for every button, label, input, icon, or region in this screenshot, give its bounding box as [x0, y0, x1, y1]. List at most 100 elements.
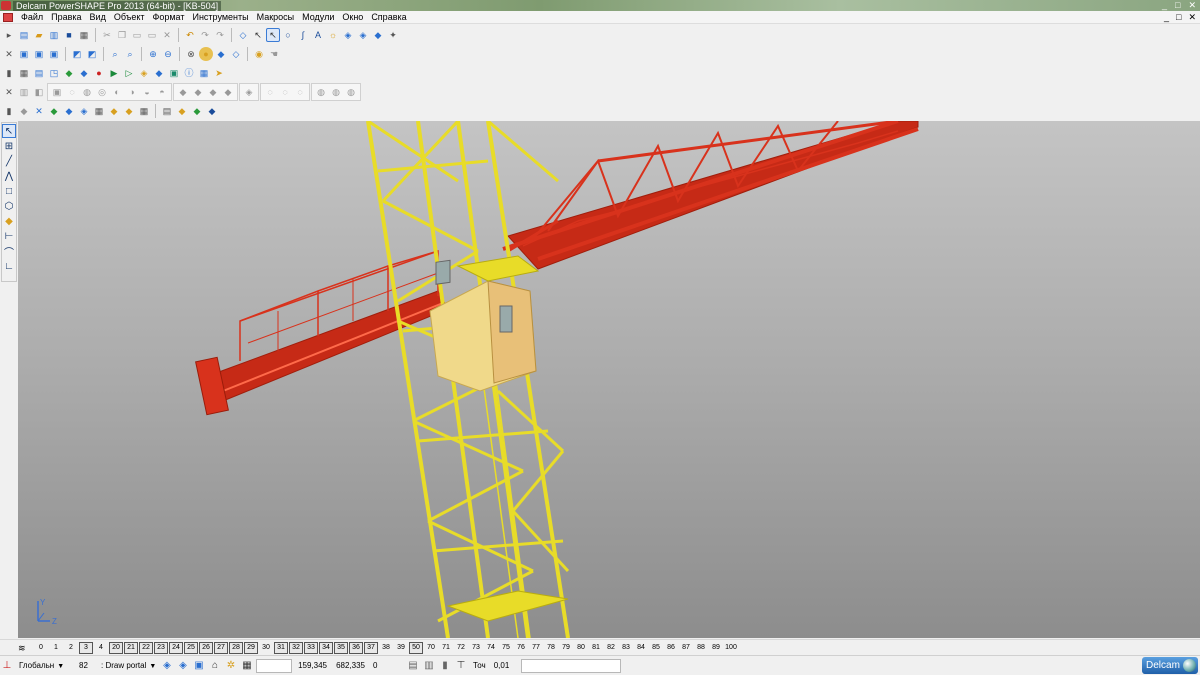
- arc-icon[interactable]: ⌒: [2, 244, 16, 259]
- level-79[interactable]: 79: [559, 643, 573, 653]
- level-22[interactable]: 22: [139, 641, 153, 654]
- level-37[interactable]: 37: [364, 641, 378, 654]
- level-24[interactable]: 24: [169, 641, 183, 654]
- surface-icon[interactable]: ◆: [62, 66, 76, 80]
- level-86[interactable]: 86: [664, 643, 678, 653]
- rotate-icon[interactable]: ⊗: [184, 47, 198, 61]
- shade-wire-icon[interactable]: ◆: [214, 47, 228, 61]
- selection-window-icon[interactable]: ▣: [192, 659, 206, 673]
- menu-tools[interactable]: Инструменты: [188, 11, 252, 23]
- fillet-tool-icon[interactable]: ◆: [191, 85, 205, 99]
- extrude-icon[interactable]: ◆: [47, 104, 61, 118]
- level-77[interactable]: 77: [529, 643, 543, 653]
- general-edit-icon[interactable]: ↖: [2, 124, 16, 138]
- tolerance-icon[interactable]: ⊤: [454, 659, 468, 673]
- lock-icon[interactable]: ⌂: [208, 659, 222, 673]
- stack-icon[interactable]: ◈: [356, 28, 370, 42]
- block-icon[interactable]: ◆: [152, 66, 166, 80]
- info-icon[interactable]: ⓘ: [182, 66, 196, 80]
- level-39[interactable]: 39: [394, 643, 408, 653]
- workplane-select[interactable]: Глобальн ▼: [16, 659, 74, 673]
- fillet-tool-icon[interactable]: ◆: [206, 85, 220, 99]
- sphere-icon[interactable]: ●: [92, 66, 106, 80]
- calculator-icon[interactable]: ▦: [17, 66, 31, 80]
- print-icon[interactable]: ▦: [77, 28, 91, 42]
- level-33[interactable]: 33: [304, 641, 318, 654]
- calculator-icon[interactable]: ▤: [406, 659, 420, 673]
- redo-list-icon[interactable]: ↷: [213, 28, 227, 42]
- arrow-icon[interactable]: ➤: [212, 66, 226, 80]
- play-alt-icon[interactable]: ▷: [122, 66, 136, 80]
- layers-icon[interactable]: ◈: [341, 28, 355, 42]
- graphics-viewport[interactable]: Y Z: [18, 121, 1200, 638]
- extend-tool-icon[interactable]: ◍: [344, 85, 358, 99]
- undo-icon[interactable]: ↶: [183, 28, 197, 42]
- toolbar-close-icon[interactable]: ✕: [2, 85, 16, 99]
- delcam-logo[interactable]: Delcam: [1142, 657, 1198, 674]
- level-name-select[interactable]: : Draw portal ▼: [98, 659, 158, 673]
- snap-icon[interactable]: ▥: [422, 659, 436, 673]
- level-30[interactable]: 30: [259, 643, 273, 653]
- toolbar-grip-icon[interactable]: ▮: [2, 66, 16, 80]
- zoom-window-icon[interactable]: ⌕: [108, 47, 122, 61]
- corner-icon[interactable]: ∟: [2, 259, 16, 273]
- level-number[interactable]: 82: [76, 659, 96, 673]
- menu-window[interactable]: Окно: [338, 11, 367, 23]
- blend-tool-icon[interactable]: ◈: [242, 85, 256, 99]
- wireframe-icon[interactable]: ◇: [236, 28, 250, 42]
- level-80[interactable]: 80: [574, 643, 588, 653]
- level-71[interactable]: 71: [439, 643, 453, 653]
- level-87[interactable]: 87: [679, 643, 693, 653]
- surface-tool-icon[interactable]: ◌: [65, 85, 79, 99]
- delete-icon[interactable]: ✕: [160, 28, 174, 42]
- menu-macros[interactable]: Макросы: [253, 11, 299, 23]
- shading-icon[interactable]: ◆: [371, 28, 385, 42]
- text-icon[interactable]: A: [311, 28, 325, 42]
- tolerance-value[interactable]: 0,01: [491, 659, 519, 673]
- feature-icon[interactable]: ◆: [122, 104, 136, 118]
- play-icon[interactable]: ▶: [107, 66, 121, 80]
- save-icon[interactable]: ■: [62, 28, 76, 42]
- wire-icon[interactable]: ◇: [229, 47, 243, 61]
- open-file-icon[interactable]: ▰: [32, 28, 46, 42]
- pattern-icon[interactable]: ▦: [137, 104, 151, 118]
- extend-tool-icon[interactable]: ◍: [314, 85, 328, 99]
- view-cube-icon[interactable]: ◩: [85, 47, 99, 61]
- maximize-button[interactable]: □: [1175, 0, 1180, 10]
- selection-filter-icon[interactable]: ◈: [160, 659, 174, 673]
- document-icon[interactable]: [3, 12, 13, 22]
- revolve-icon[interactable]: ◆: [62, 104, 76, 118]
- line-icon[interactable]: ╱: [2, 154, 16, 168]
- level-83[interactable]: 83: [619, 643, 633, 653]
- level-73[interactable]: 73: [469, 643, 483, 653]
- level-3[interactable]: 3: [79, 641, 93, 654]
- zoom-out-icon[interactable]: ⊖: [161, 47, 175, 61]
- surface-tool-icon[interactable]: ▣: [50, 85, 64, 99]
- solid-icon[interactable]: ◆: [77, 66, 91, 80]
- direct-model-icon[interactable]: ◆: [205, 104, 219, 118]
- workplane-icon[interactable]: ⊞: [2, 139, 16, 153]
- level-75[interactable]: 75: [499, 643, 513, 653]
- level-4[interactable]: 4: [94, 643, 108, 653]
- magic-wand-icon[interactable]: ✦: [386, 28, 400, 42]
- level-78[interactable]: 78: [544, 643, 558, 653]
- trim-tool-icon[interactable]: ◌: [293, 85, 307, 99]
- surface-tool-icon[interactable]: ◒: [140, 85, 154, 99]
- menu-modules[interactable]: Модули: [298, 11, 338, 23]
- minimize-button[interactable]: _: [1162, 0, 1167, 10]
- zoom-in-icon[interactable]: ⊕: [146, 47, 160, 61]
- chamfer-icon[interactable]: ▦: [92, 104, 106, 118]
- light-icon[interactable]: ☼: [326, 28, 340, 42]
- zoom-icon[interactable]: ⌕: [123, 47, 137, 61]
- toolbar-grip-icon[interactable]: ▮: [2, 104, 16, 118]
- view-right-icon[interactable]: ◩: [70, 47, 84, 61]
- menu-help[interactable]: Справка: [367, 11, 410, 23]
- command-input[interactable]: [256, 658, 292, 673]
- level-100[interactable]: 100: [724, 643, 738, 653]
- fillet-icon[interactable]: ◈: [77, 104, 91, 118]
- copy-icon[interactable]: ❐: [115, 28, 129, 42]
- document-icon[interactable]: ▤: [32, 66, 46, 80]
- history-icon[interactable]: ▤: [160, 104, 174, 118]
- level-84[interactable]: 84: [634, 643, 648, 653]
- view-top-icon[interactable]: ▣: [47, 47, 61, 61]
